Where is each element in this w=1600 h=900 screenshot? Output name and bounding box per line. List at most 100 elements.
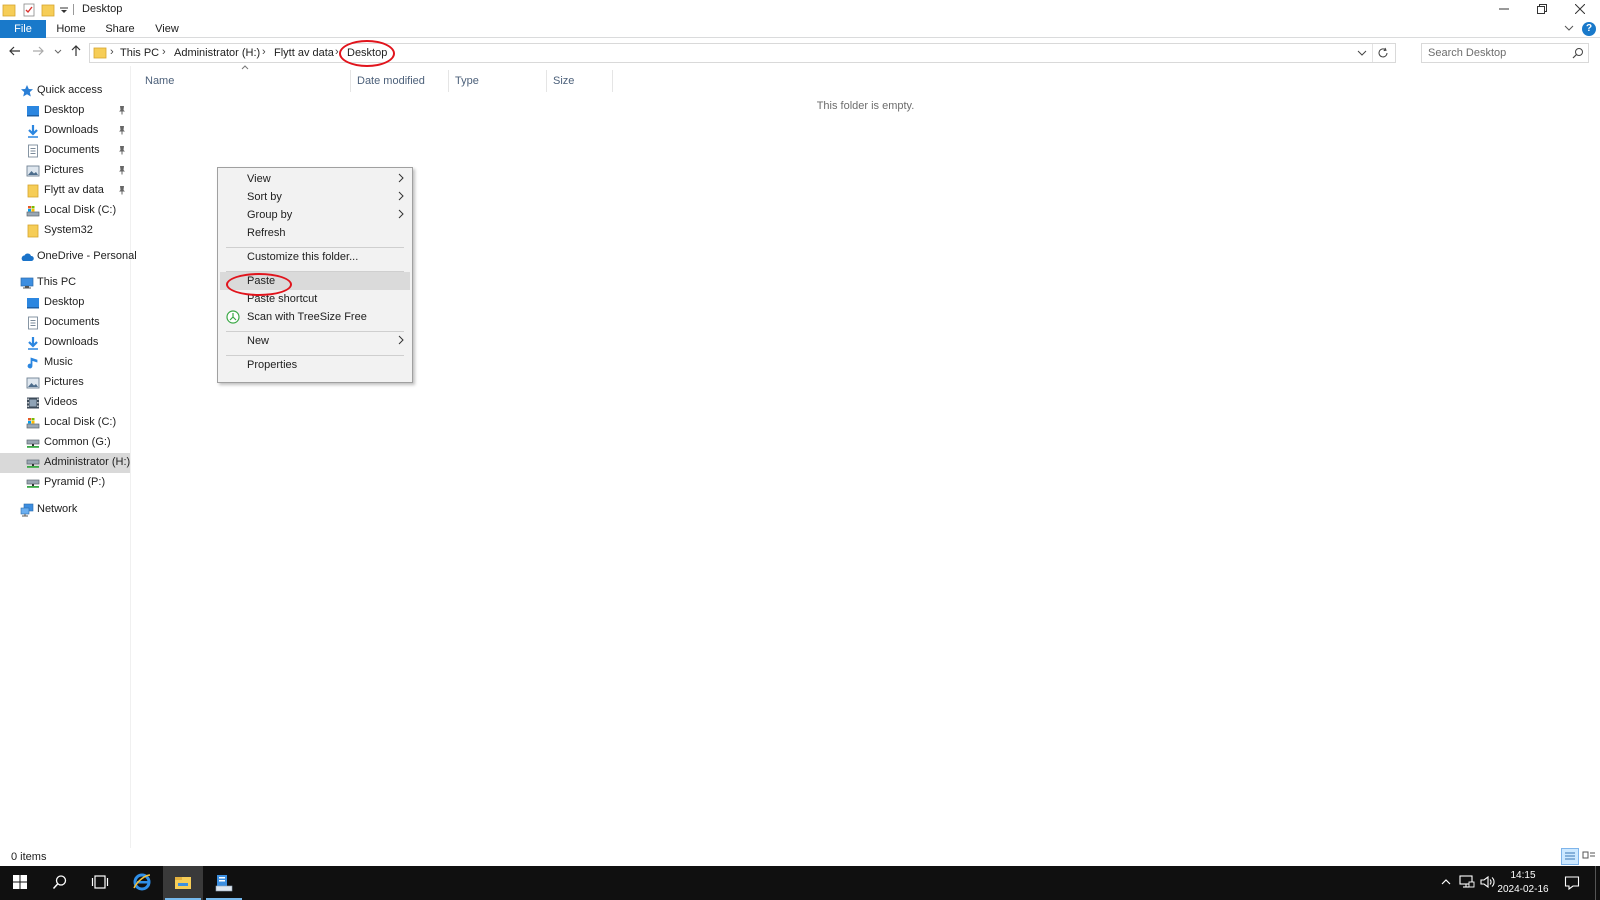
menu-item-label: Group by	[247, 209, 293, 221]
chevron-right-icon[interactable]: ›	[162, 46, 166, 58]
up-icon[interactable]	[69, 44, 87, 62]
clock-time: 14:15	[1510, 870, 1536, 881]
pin-icon[interactable]	[118, 185, 126, 195]
sidebar-item-this-pc-pyramid-p[interactable]: Pyramid (P:)	[0, 473, 130, 493]
sidebar-item-this-pc-desktop[interactable]: Desktop	[0, 293, 130, 313]
sidebar-item-this-pc[interactable]: This PC	[0, 273, 130, 293]
sidebar-item-network[interactable]: Network	[0, 500, 130, 520]
search-button[interactable]	[40, 866, 80, 900]
properties-icon[interactable]	[22, 2, 38, 18]
menu-item-sort-by[interactable]: Sort by	[220, 188, 410, 206]
sidebar-item-label: System32	[44, 224, 93, 236]
empty-folder-message: This folder is empty.	[816, 100, 915, 112]
sidebar-item-label: Documents	[44, 144, 100, 156]
sidebar-item-this-pc-documents[interactable]: Documents	[0, 313, 130, 333]
chevron-right-icon[interactable]: ›	[262, 46, 266, 58]
sidebar-item-onedrive[interactable]: OneDrive - Personal	[0, 247, 137, 267]
tab-view[interactable]: View	[150, 20, 184, 38]
server-manager-button[interactable]	[204, 866, 244, 900]
menu-item-group-by[interactable]: Group by	[220, 206, 410, 224]
close-button[interactable]	[1560, 0, 1600, 20]
breadcrumb-administrator-h[interactable]: Administrator (H:)	[174, 47, 260, 59]
local-disk-icon	[26, 416, 40, 430]
address-bar[interactable]: › This PC › Administrator (H:) › Flytt a…	[89, 43, 1396, 63]
expand-ribbon-icon[interactable]	[1564, 24, 1574, 32]
menu-item-view[interactable]: View	[220, 170, 410, 188]
desktop-icon	[26, 296, 40, 310]
pin-icon[interactable]	[118, 145, 126, 155]
tab-home[interactable]: Home	[52, 20, 90, 38]
pin-icon[interactable]	[118, 165, 126, 175]
column-header-size[interactable]: Size	[547, 70, 613, 92]
breadcrumb-this-pc[interactable]: This PC	[120, 47, 159, 59]
new-folder-icon[interactable]	[41, 2, 57, 18]
sidebar-item-pictures[interactable]: Pictures	[0, 161, 130, 181]
sidebar-item-desktop[interactable]: Desktop	[0, 101, 130, 121]
sidebar-item-this-pc-videos[interactable]: Videos	[0, 393, 130, 413]
tab-file[interactable]: File	[0, 20, 46, 38]
sidebar-item-local-disk-c[interactable]: Local Disk (C:)	[0, 201, 130, 221]
sidebar-item-this-pc-pictures[interactable]: Pictures	[0, 373, 130, 393]
documents-icon	[26, 144, 40, 158]
taskbar-clock[interactable]: 14:15 2024-02-16	[1494, 869, 1552, 897]
breadcrumb-flytt-av-data[interactable]: Flytt av data	[274, 47, 334, 59]
pictures-icon	[26, 376, 40, 390]
back-icon[interactable]	[8, 44, 26, 62]
refresh-icon[interactable]	[1377, 47, 1389, 59]
restore-button[interactable]	[1522, 0, 1562, 20]
sidebar-item-this-pc-local-disk-c[interactable]: Local Disk (C:)	[0, 413, 130, 433]
window-title: Desktop	[82, 3, 123, 15]
search-icon[interactable]	[1572, 47, 1584, 59]
menu-item-new[interactable]: New	[220, 332, 410, 350]
internet-explorer-button[interactable]	[122, 866, 162, 900]
chevron-right-icon[interactable]: ›	[110, 46, 114, 58]
sidebar-item-this-pc-common-g[interactable]: Common (G:)	[0, 433, 130, 453]
task-view-button[interactable]	[80, 866, 120, 900]
large-icons-view-button[interactable]	[1581, 848, 1599, 865]
forward-icon[interactable]	[31, 44, 49, 62]
show-desktop-button[interactable]	[1595, 866, 1600, 900]
menu-item-paste-shortcut[interactable]: Paste shortcut	[220, 290, 410, 308]
customize-quick-access-icon[interactable]	[58, 2, 74, 18]
server-manager-icon	[215, 875, 233, 892]
column-header-name[interactable]: Name	[139, 70, 351, 92]
sidebar-item-this-pc-music[interactable]: Music	[0, 353, 130, 373]
status-bar: 0 items	[0, 848, 1600, 866]
search-input[interactable]	[1422, 44, 1562, 62]
sidebar-item-system32[interactable]: System32	[0, 221, 130, 241]
menu-item-properties[interactable]: Properties	[220, 356, 410, 374]
sidebar-item-this-pc-downloads[interactable]: Downloads	[0, 333, 130, 353]
menu-item-paste[interactable]: Paste	[220, 272, 410, 290]
details-view-button[interactable]	[1561, 848, 1579, 865]
menu-item-scan-treesize[interactable]: Scan with TreeSize Free	[220, 308, 410, 326]
menu-item-customize-folder[interactable]: Customize this folder...	[220, 248, 410, 266]
videos-icon	[26, 396, 40, 410]
sidebar-item-label: Downloads	[44, 124, 99, 136]
column-header-date-modified[interactable]: Date modified	[351, 70, 449, 92]
column-header-type[interactable]: Type	[449, 70, 547, 92]
start-button[interactable]	[0, 866, 40, 900]
sidebar-item-documents[interactable]: Documents	[0, 141, 130, 161]
pin-icon[interactable]	[118, 105, 126, 115]
address-dropdown-icon[interactable]	[1357, 48, 1367, 58]
sidebar-item-flytt-av-data[interactable]: Flytt av data	[0, 181, 130, 201]
chevron-right-icon	[398, 209, 404, 219]
sidebar-item-downloads[interactable]: Downloads	[0, 121, 130, 141]
action-center-icon[interactable]	[1564, 875, 1580, 891]
chevron-up-icon[interactable]	[1440, 875, 1452, 889]
chevron-right-icon[interactable]: ›	[335, 46, 339, 58]
sidebar-item-this-pc-administrator-h[interactable]: Administrator (H:)	[0, 453, 130, 473]
search-box[interactable]	[1421, 43, 1589, 63]
sidebar-item-quick-access[interactable]: Quick access	[0, 81, 130, 101]
minimize-button[interactable]	[1484, 0, 1524, 20]
network-status-icon[interactable]	[1459, 875, 1475, 889]
taskbar: 14:15 2024-02-16	[0, 866, 1600, 900]
tab-share[interactable]: Share	[100, 20, 140, 38]
menu-item-refresh[interactable]: Refresh	[220, 224, 410, 242]
help-icon[interactable]: ?	[1582, 22, 1596, 36]
breadcrumb-desktop[interactable]: Desktop	[347, 47, 387, 59]
file-explorer-button[interactable]	[163, 866, 203, 900]
downloads-icon	[26, 336, 40, 350]
pin-icon[interactable]	[118, 125, 126, 135]
menu-item-label: Paste	[247, 275, 276, 287]
